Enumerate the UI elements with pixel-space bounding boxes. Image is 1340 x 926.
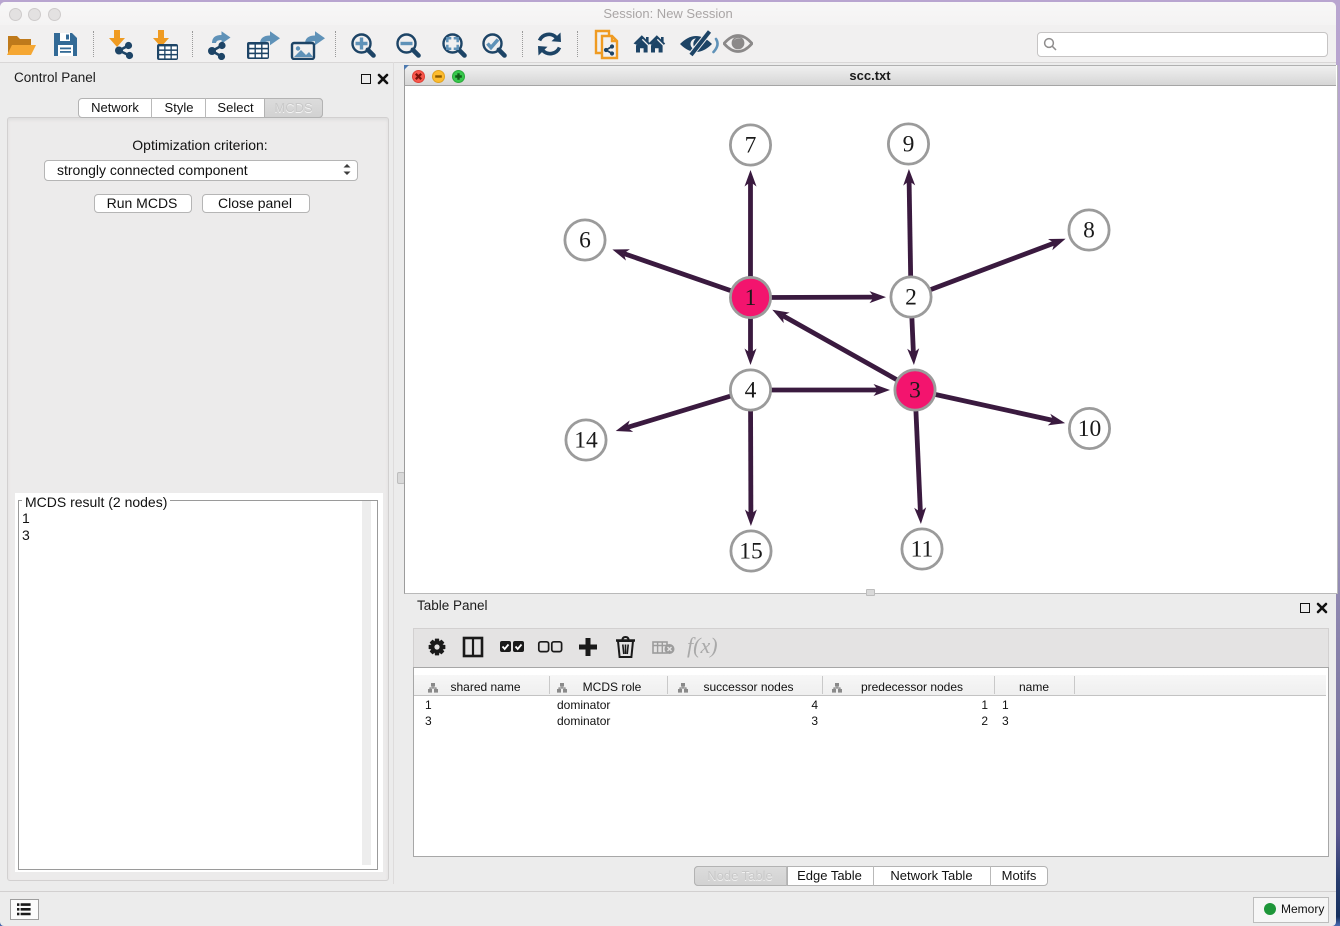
svg-text:9: 9: [903, 132, 915, 158]
svg-text:14: 14: [574, 428, 598, 454]
svg-text:6: 6: [579, 228, 591, 254]
svg-text:4: 4: [745, 378, 757, 404]
svg-text:10: 10: [1078, 416, 1102, 442]
svg-text:11: 11: [911, 537, 934, 563]
svg-text:15: 15: [739, 539, 763, 565]
svg-text:1: 1: [745, 285, 757, 311]
svg-text:3: 3: [909, 378, 921, 404]
svg-text:2: 2: [905, 285, 917, 311]
svg-text:8: 8: [1083, 218, 1095, 244]
svg-text:7: 7: [745, 133, 757, 159]
